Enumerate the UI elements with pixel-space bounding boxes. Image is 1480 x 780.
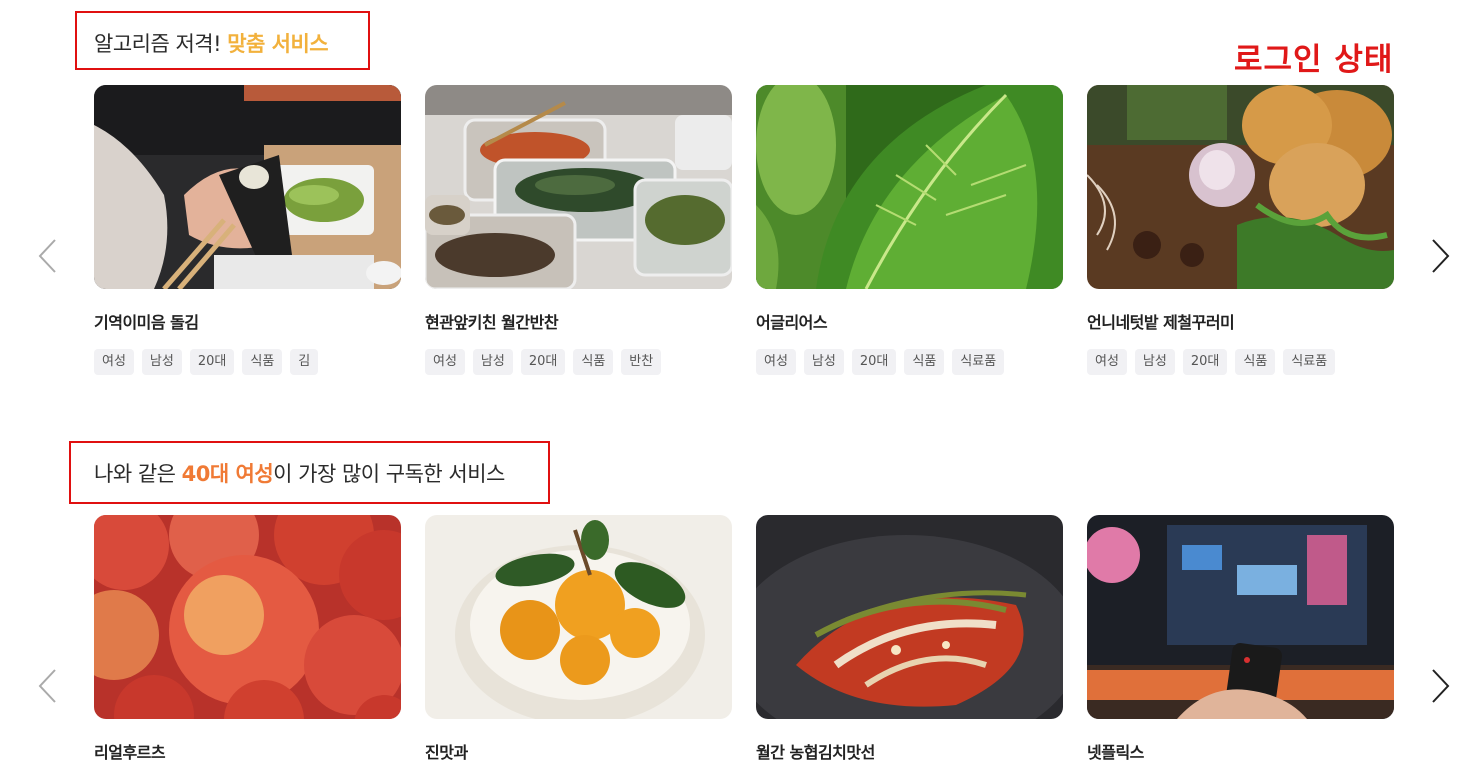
carousel-prev-button[interactable] bbox=[36, 666, 60, 706]
carousel-next-button[interactable] bbox=[1428, 666, 1452, 706]
tag[interactable]: 식품 bbox=[242, 349, 283, 375]
service-name: 기역이미음 돌김 bbox=[94, 313, 199, 332]
tag[interactable]: 식품 bbox=[1235, 349, 1276, 375]
service-thumbnail[interactable] bbox=[425, 85, 732, 289]
tag[interactable]: 식품 bbox=[904, 349, 945, 375]
section-title: 알고리즘 저격! 맞춤 서비스 bbox=[94, 28, 329, 58]
section-title: 나와 같은 40대 여성이 가장 많이 구독한 서비스 bbox=[94, 458, 505, 488]
chevron-right-icon bbox=[1432, 239, 1450, 273]
service-thumbnail[interactable] bbox=[94, 85, 401, 289]
section-title-text: 알고리즘 저격! bbox=[94, 32, 228, 56]
tag-list: 여성 남성 20대 식품 반찬 bbox=[425, 349, 732, 375]
service-thumbnail[interactable] bbox=[756, 85, 1063, 289]
chevron-right-icon bbox=[1432, 669, 1450, 703]
tag[interactable]: 20대 bbox=[851, 349, 897, 375]
tag-list: 여성 남성 20대 식품 식료품 bbox=[1087, 349, 1394, 375]
service-name: 현관앞키친 월간반찬 bbox=[425, 313, 559, 332]
tag[interactable]: 여성 bbox=[94, 349, 134, 375]
section-title-highlight: 40대 여성 bbox=[181, 462, 274, 486]
tag[interactable]: 남성 bbox=[803, 349, 844, 375]
tag[interactable]: 남성 bbox=[1134, 349, 1175, 375]
service-name: 월간 농협김치맛선 bbox=[756, 743, 875, 762]
service-card[interactable]: 월간 농협김치맛선 bbox=[756, 515, 1063, 763]
tag[interactable]: 김 bbox=[290, 349, 319, 375]
tag-list: 여성 남성 20대 식품 식료품 bbox=[756, 349, 1063, 375]
login-status-label: 로그인 상태 bbox=[1234, 42, 1394, 78]
tag[interactable]: 반찬 bbox=[621, 349, 662, 375]
tag[interactable]: 20대 bbox=[189, 349, 235, 375]
section-title-text: 나와 같은 bbox=[94, 462, 182, 486]
chevron-left-icon bbox=[38, 669, 56, 703]
tag[interactable]: 여성 bbox=[1087, 349, 1127, 375]
service-name: 넷플릭스 bbox=[1087, 743, 1144, 762]
tag[interactable]: 식료품 bbox=[1283, 349, 1336, 375]
section-title-highlight: 맞춤 서비스 bbox=[227, 32, 329, 56]
chevron-left-icon bbox=[38, 239, 56, 273]
service-card[interactable]: 넷플릭스 bbox=[1087, 515, 1394, 763]
service-card[interactable]: 언니네텃밭 제철꾸러미 여성 남성 20대 식품 식료품 bbox=[1087, 85, 1394, 375]
service-thumbnail[interactable] bbox=[425, 515, 732, 719]
tag[interactable]: 20대 bbox=[1182, 349, 1228, 375]
tag-list: 여성 남성 20대 식품 김 bbox=[94, 349, 401, 375]
tag[interactable]: 식품 bbox=[573, 349, 614, 375]
service-card[interactable]: 기역이미음 돌김 여성 남성 20대 식품 김 bbox=[94, 85, 401, 375]
service-name: 리얼후르츠 bbox=[94, 743, 166, 762]
carousel-prev-button[interactable] bbox=[36, 236, 60, 276]
section-title-text-after: 이 가장 많이 구독한 서비스 bbox=[273, 462, 505, 486]
tag[interactable]: 여성 bbox=[756, 349, 796, 375]
service-thumbnail[interactable] bbox=[1087, 85, 1394, 289]
tag[interactable]: 20대 bbox=[520, 349, 566, 375]
tag[interactable]: 남성 bbox=[141, 349, 182, 375]
tag[interactable]: 남성 bbox=[472, 349, 513, 375]
service-name: 진맛과 bbox=[425, 743, 468, 762]
service-name: 언니네텃밭 제철꾸러미 bbox=[1087, 313, 1235, 332]
carousel-next-button[interactable] bbox=[1428, 236, 1452, 276]
tag[interactable]: 여성 bbox=[425, 349, 465, 375]
service-card[interactable]: 어글리어스 여성 남성 20대 식품 식료품 bbox=[756, 85, 1063, 375]
service-card[interactable]: 리얼후르츠 bbox=[94, 515, 401, 763]
tag[interactable]: 식료품 bbox=[952, 349, 1005, 375]
service-card[interactable]: 진맛과 bbox=[425, 515, 732, 763]
service-card[interactable]: 현관앞키친 월간반찬 여성 남성 20대 식품 반찬 bbox=[425, 85, 732, 375]
service-thumbnail[interactable] bbox=[94, 515, 401, 719]
service-name: 어글리어스 bbox=[756, 313, 828, 332]
service-thumbnail[interactable] bbox=[1087, 515, 1394, 719]
service-thumbnail[interactable] bbox=[756, 515, 1063, 719]
